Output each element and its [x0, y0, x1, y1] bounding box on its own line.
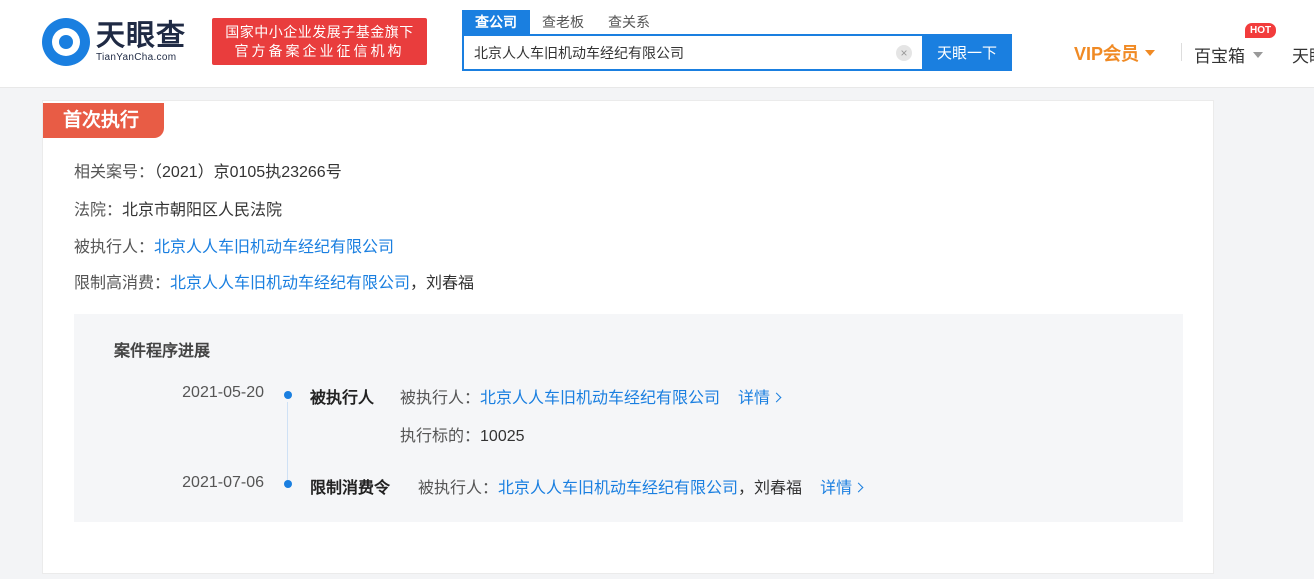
nav-divider — [1181, 43, 1182, 61]
event-detail: 被执行人：北京人人车旧机动车经纪有限公司，刘春福 详情 — [418, 474, 864, 498]
event-label: 被执行人： — [400, 390, 481, 407]
restriction-company-link[interactable]: 北京人人车旧机动车经纪有限公司 — [170, 275, 410, 292]
event-label: 被执行人： — [418, 480, 499, 497]
event-separator: ， — [738, 480, 755, 497]
case-number-value: （2021）京0105执23266号 — [154, 164, 342, 181]
case-progress-panel: 案件程序进展 2021-05-20 被执行人 被执行人：北京人人车旧机动车经纪有… — [74, 314, 1183, 522]
timeline-dot-icon — [284, 480, 292, 488]
logo[interactable]: 天眼查 TianYanCha.com — [42, 16, 202, 68]
chevron-down-icon — [1145, 50, 1156, 56]
timeline-line — [287, 402, 288, 488]
chevron-right-icon — [853, 482, 864, 493]
restriction-separator: ， — [410, 275, 427, 292]
executee-row: 被执行人：北京人人车旧机动车经纪有限公司 — [74, 233, 394, 257]
toolbox-label: 百宝箱 — [1194, 47, 1245, 66]
execution-amount-value: 10025 — [480, 428, 525, 445]
badge-line2: 官方备案企业征信机构 — [234, 42, 405, 59]
event-type: 限制消费令 — [310, 480, 391, 497]
case-number-label: 相关案号： — [74, 164, 155, 181]
court-label: 法院： — [74, 202, 123, 219]
clear-icon[interactable]: × — [896, 44, 912, 61]
court-row: 法院：北京市朝阳区人民法院 — [74, 196, 282, 220]
court-value: 北京市朝阳区人民法院 — [122, 202, 283, 219]
top-header: 天眼查 TianYanCha.com 国家中小企业发展子基金旗下 官方备案企业征… — [0, 0, 1314, 88]
restriction-row: 限制高消费：北京人人车旧机动车经纪有限公司，刘春福 — [74, 269, 474, 293]
restriction-person: 刘春福 — [426, 275, 475, 292]
search-box: × — [462, 34, 922, 71]
logo-text: 天眼查 TianYanCha.com — [96, 20, 186, 64]
detail-link[interactable]: 详情 — [820, 480, 864, 497]
search-tabs: 查公司 查老板 查关系 — [462, 10, 662, 34]
logo-domain: TianYanCha.com — [96, 52, 177, 63]
logo-name: 天眼查 — [96, 20, 187, 52]
search-input[interactable] — [464, 36, 884, 69]
toolbox-menu[interactable]: 百宝箱 — [1194, 42, 1263, 67]
section-tag: 首次执行 — [43, 103, 164, 138]
nav-item-truncated[interactable]: 天眼 — [1292, 42, 1314, 67]
restriction-label: 限制高消费： — [74, 275, 171, 292]
chevron-right-icon — [771, 392, 782, 403]
tab-relation[interactable]: 查关系 — [596, 10, 662, 34]
search-button[interactable]: 天眼一下 — [922, 34, 1012, 71]
vip-label: VIP会员 — [1074, 44, 1140, 64]
execution-amount-label: 执行标的： — [400, 428, 481, 445]
event-date: 2021-07-06 — [182, 474, 264, 491]
event-detail: 被执行人：北京人人车旧机动车经纪有限公司 详情 — [400, 384, 782, 408]
event-type: 被执行人 — [310, 390, 375, 407]
eye-logo-icon — [42, 18, 90, 66]
event-person: 刘春福 — [754, 480, 803, 497]
case-number-row: 相关案号：（2021）京0105执23266号 — [74, 158, 342, 182]
event-date: 2021-05-20 — [182, 384, 264, 401]
hot-badge: HOT — [1245, 23, 1277, 38]
execution-card: 首次执行 相关案号：（2021）京0105执23266号 法院：北京市朝阳区人民… — [42, 100, 1214, 574]
detail-link[interactable]: 详情 — [738, 390, 782, 407]
executee-label: 被执行人： — [74, 239, 155, 256]
progress-title: 案件程序进展 — [114, 343, 211, 360]
badge-line1: 国家中小企业发展子基金旗下 — [225, 23, 414, 40]
detail-label: 详情 — [820, 480, 853, 497]
official-badge: 国家中小企业发展子基金旗下 官方备案企业征信机构 — [212, 18, 427, 65]
tab-boss[interactable]: 查老板 — [530, 10, 596, 34]
timeline-dot-icon — [284, 391, 292, 399]
event-company-link[interactable]: 北京人人车旧机动车经纪有限公司 — [498, 480, 738, 497]
tab-company[interactable]: 查公司 — [462, 10, 530, 34]
vip-menu[interactable]: VIP会员 — [1074, 40, 1156, 66]
detail-label: 详情 — [738, 390, 771, 407]
event-company-link[interactable]: 北京人人车旧机动车经纪有限公司 — [480, 390, 720, 407]
chevron-down-icon — [1253, 51, 1263, 58]
event-extra: 执行标的：10025 — [400, 422, 525, 446]
executee-company-link[interactable]: 北京人人车旧机动车经纪有限公司 — [154, 239, 394, 256]
